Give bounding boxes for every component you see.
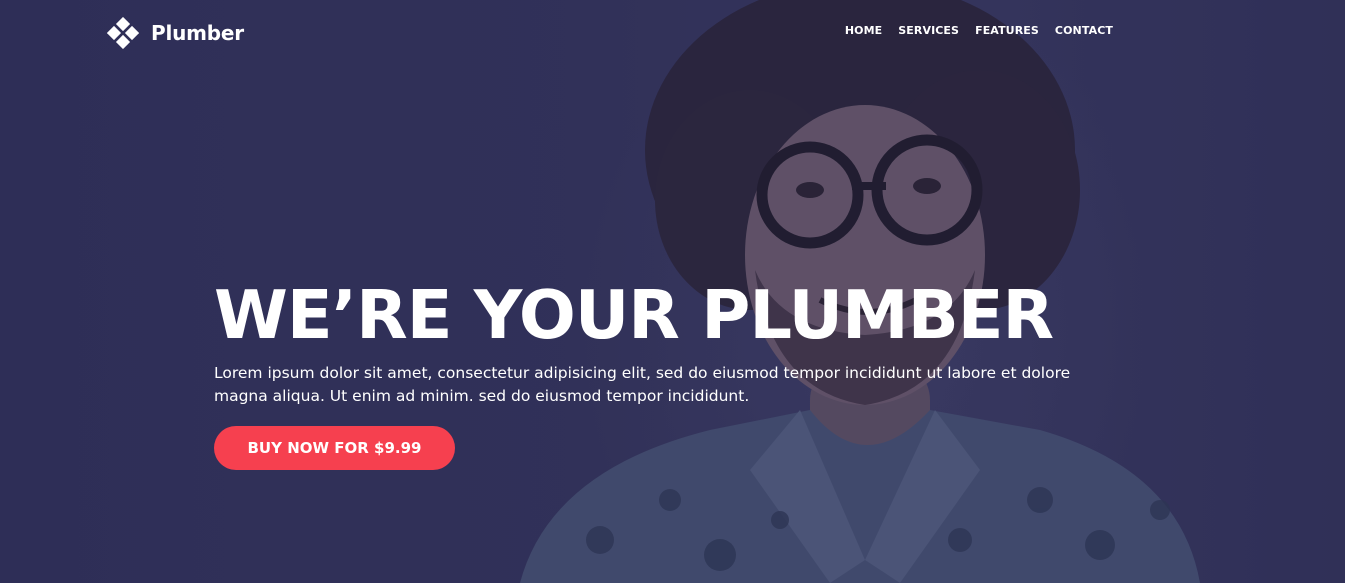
brand-name: Plumber (151, 21, 244, 45)
buy-now-button[interactable]: BUY NOW FOR $9.99 (214, 426, 455, 470)
hero-description: Lorem ipsum dolor sit amet, consectetur … (214, 364, 1071, 405)
nav-services-link[interactable]: SERVICES (898, 24, 959, 37)
nav-features-link[interactable]: FEATURES (975, 24, 1039, 37)
top-navbar: Plumber HOME SERVICES FEATURES CONTACT (0, 0, 1345, 66)
hero-title: WE’RE YOUR PLUMBER (214, 276, 1054, 354)
main-nav: HOME SERVICES FEATURES CONTACT (845, 24, 1113, 37)
nav-home-link[interactable]: HOME (845, 24, 882, 37)
nav-contact-link[interactable]: CONTACT (1055, 24, 1113, 37)
hero-content: WE’RE YOUR PLUMBER Lorem ipsum dolor sit… (214, 276, 1114, 470)
brand-home-link[interactable]: Plumber (107, 17, 244, 49)
hero-section: Plumber HOME SERVICES FEATURES CONTACT W… (0, 0, 1345, 583)
diamond-cluster-logo-icon (107, 17, 139, 49)
